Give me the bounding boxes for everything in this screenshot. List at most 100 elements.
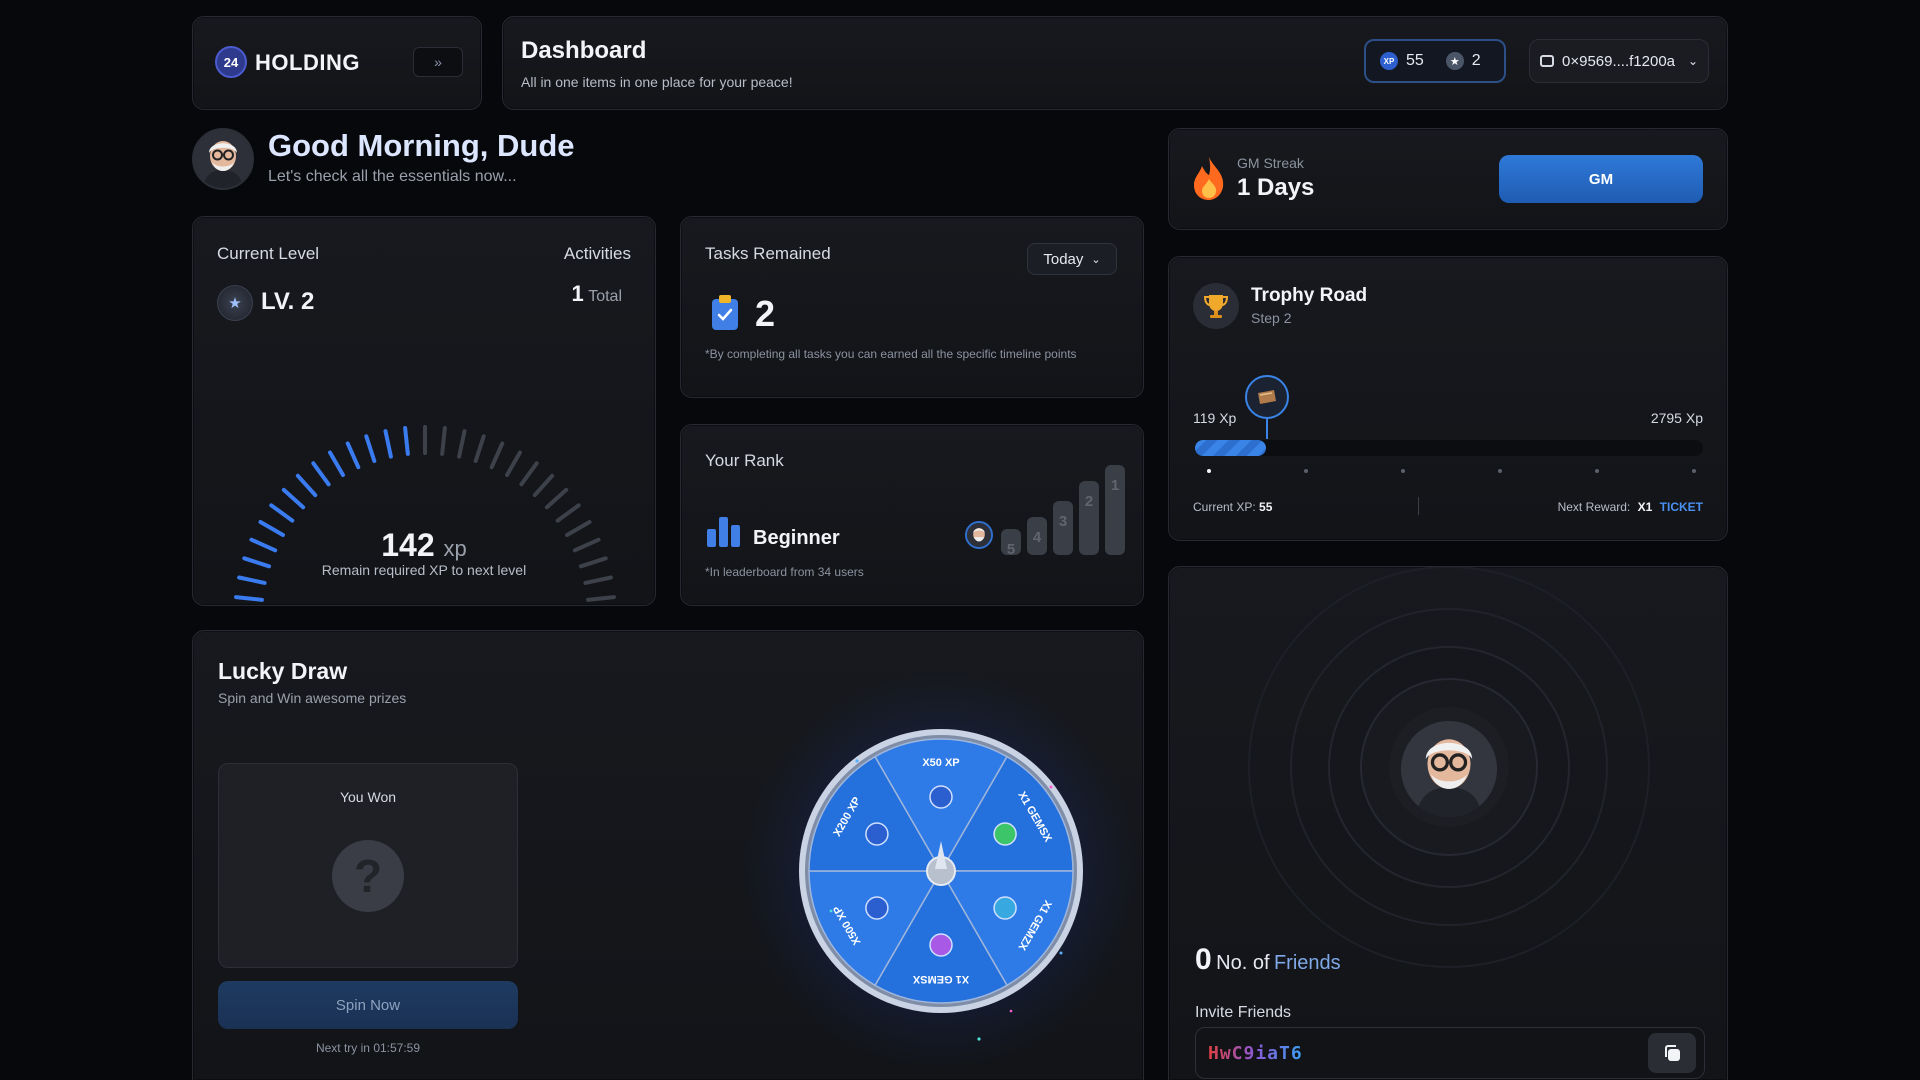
gm-streak-label: GM Streak xyxy=(1237,155,1304,171)
trophy-step-dot xyxy=(1692,469,1696,473)
next-reward-item: TICKET xyxy=(1659,500,1703,514)
wheel-prize-icon xyxy=(865,896,889,920)
friends-label-highlight: Friends xyxy=(1273,952,1341,974)
gauge-tick xyxy=(544,487,569,510)
lucky-draw-card: Lucky Draw Spin and Win awesome prizes Y… xyxy=(192,630,1144,1080)
tasks-note: *By completing all tasks you can earned … xyxy=(705,347,1077,361)
gauge-tick xyxy=(505,450,522,477)
fire-icon xyxy=(1194,157,1224,200)
gauge-tick xyxy=(237,575,267,585)
current-xp: Current XP: 55 xyxy=(1193,500,1272,514)
gm-streak-days: 1 Days xyxy=(1237,174,1315,201)
level-value: LV. 2 xyxy=(261,288,315,315)
next-reward: Next Reward: X1 TICKET xyxy=(1558,500,1703,514)
greeting-title: Good Morning, Dude xyxy=(268,128,575,163)
rank-card: Your Rank Beginner *In leaderboard from … xyxy=(680,424,1144,606)
reward-marker-stem xyxy=(1266,419,1268,439)
wheel-prize-icon xyxy=(865,822,889,846)
gauge-tick xyxy=(457,429,467,459)
trophy-road-step: Step 2 xyxy=(1251,310,1292,326)
xp-remaining-caption: Remain required XP to next level xyxy=(321,562,527,578)
gm-streak-card: GM Streak 1 Days GM xyxy=(1168,128,1728,230)
greeting-subtitle: Let's check all the essentials now... xyxy=(268,168,517,185)
activities-total: 1 Total xyxy=(572,281,623,307)
prize-wheel[interactable]: X50 XPX1 GEMSXX1 GEMZXX1 GEMSXX500 XPX20… xyxy=(761,691,1121,1051)
user-avatar[interactable] xyxy=(192,128,254,190)
wheel-prize-icon xyxy=(993,896,1017,920)
next-reward-label: Next Reward: xyxy=(1557,500,1631,514)
star-icon: ★ xyxy=(1445,52,1464,70)
tasks-card: Tasks Remained Today ⌄ 2 *By completing … xyxy=(680,216,1144,398)
tasks-period-value: Today xyxy=(1043,250,1084,268)
avatar-face-icon xyxy=(967,523,991,547)
gauge-tick xyxy=(328,450,345,477)
gauge-tick xyxy=(295,473,318,498)
avatar-face-icon xyxy=(194,130,252,188)
sidebar-toggle-button[interactable]: » xyxy=(413,47,463,77)
brand-name: HOLDING xyxy=(255,50,360,75)
trophy-road-title: Trophy Road xyxy=(1251,285,1368,306)
rank-value: Beginner xyxy=(753,527,840,549)
friends-count-row: 0 No. of Friends xyxy=(1195,943,1341,977)
gm-button[interactable]: GM xyxy=(1499,155,1703,203)
page-title: Dashboard xyxy=(521,37,647,64)
friends-label-prefix: No. of xyxy=(1216,952,1270,974)
rank-bar-3: 3 xyxy=(1053,501,1073,555)
lucky-draw-title: Lucky Draw xyxy=(218,658,348,684)
friends-user-avatar xyxy=(1401,721,1497,817)
rank-bar-2: 2 xyxy=(1079,481,1099,555)
avatar-face-icon xyxy=(1401,721,1497,817)
gauge-tick xyxy=(586,595,616,602)
activities-label: Activities xyxy=(563,244,631,263)
star-count: 2 xyxy=(1471,52,1481,69)
clipboard-check-icon xyxy=(712,295,738,330)
gauge-tick xyxy=(583,575,613,585)
invite-friends-label: Invite Friends xyxy=(1195,1004,1292,1021)
ticket-icon xyxy=(1258,390,1276,404)
spin-now-button[interactable]: Spin Now xyxy=(218,981,518,1029)
tasks-label: Tasks Remained xyxy=(705,244,831,263)
gauge-tick xyxy=(364,434,377,464)
rank-user-avatar xyxy=(965,521,993,549)
xp-remaining-unit: xp xyxy=(443,536,467,561)
trophy-progress-bar xyxy=(1195,440,1703,456)
wallet-icon xyxy=(1540,55,1554,67)
current-xp-label: Current XP: xyxy=(1193,500,1256,514)
wallet-address: 0×9569....f1200a xyxy=(1562,52,1676,70)
xp-remaining: 142 xp xyxy=(193,527,655,564)
wheel-prize-icon xyxy=(929,785,953,809)
xp-icon: XP xyxy=(1380,52,1398,70)
wheel-segment-label: X50 XP xyxy=(922,757,959,769)
rank-note: *In leaderboard from 34 users xyxy=(705,565,864,579)
reward-marker[interactable] xyxy=(1245,375,1289,419)
gauge-tick xyxy=(473,434,486,464)
divider xyxy=(1418,497,1419,515)
trophy-step-dot xyxy=(1304,469,1308,473)
current-level-label: Current Level xyxy=(217,244,320,263)
activities-count: 1 xyxy=(571,281,584,306)
gauge-tick xyxy=(269,503,295,523)
xp-count: 55 xyxy=(1406,52,1424,69)
trophy-step-dot xyxy=(1595,469,1599,473)
wallet-dropdown[interactable]: 0×9569....f1200a ⌄ xyxy=(1529,39,1709,83)
level-star-icon: ★ xyxy=(217,285,253,321)
trophy-icon xyxy=(1193,283,1239,329)
rank-label: Your Rank xyxy=(705,451,784,470)
user-stats-pill[interactable]: XP 55 ★ 2 xyxy=(1364,39,1506,83)
gauge-tick xyxy=(234,595,264,602)
trophy-min-xp: 119 Xp xyxy=(1193,410,1237,426)
copy-code-button[interactable] xyxy=(1648,1033,1696,1073)
invite-code-field[interactable]: HwC9iaT6 xyxy=(1195,1027,1705,1079)
gauge-tick xyxy=(383,429,393,459)
gauge-tick xyxy=(345,441,361,470)
you-won-label: You Won xyxy=(339,789,397,805)
gauge-tick xyxy=(311,461,331,487)
tasks-count: 2 xyxy=(755,293,776,334)
bar-chart-icon xyxy=(707,517,740,547)
friends-count: 0 xyxy=(1195,943,1212,976)
xp-remaining-value: 142 xyxy=(381,527,435,563)
tasks-period-select[interactable]: Today ⌄ xyxy=(1027,243,1117,275)
gauge-tick xyxy=(403,426,410,456)
page-subtitle: All in one items in one place for your p… xyxy=(521,74,793,90)
friends-card: 0 No. of Friends Invite Friends HwC9iaT6 xyxy=(1168,566,1728,1080)
